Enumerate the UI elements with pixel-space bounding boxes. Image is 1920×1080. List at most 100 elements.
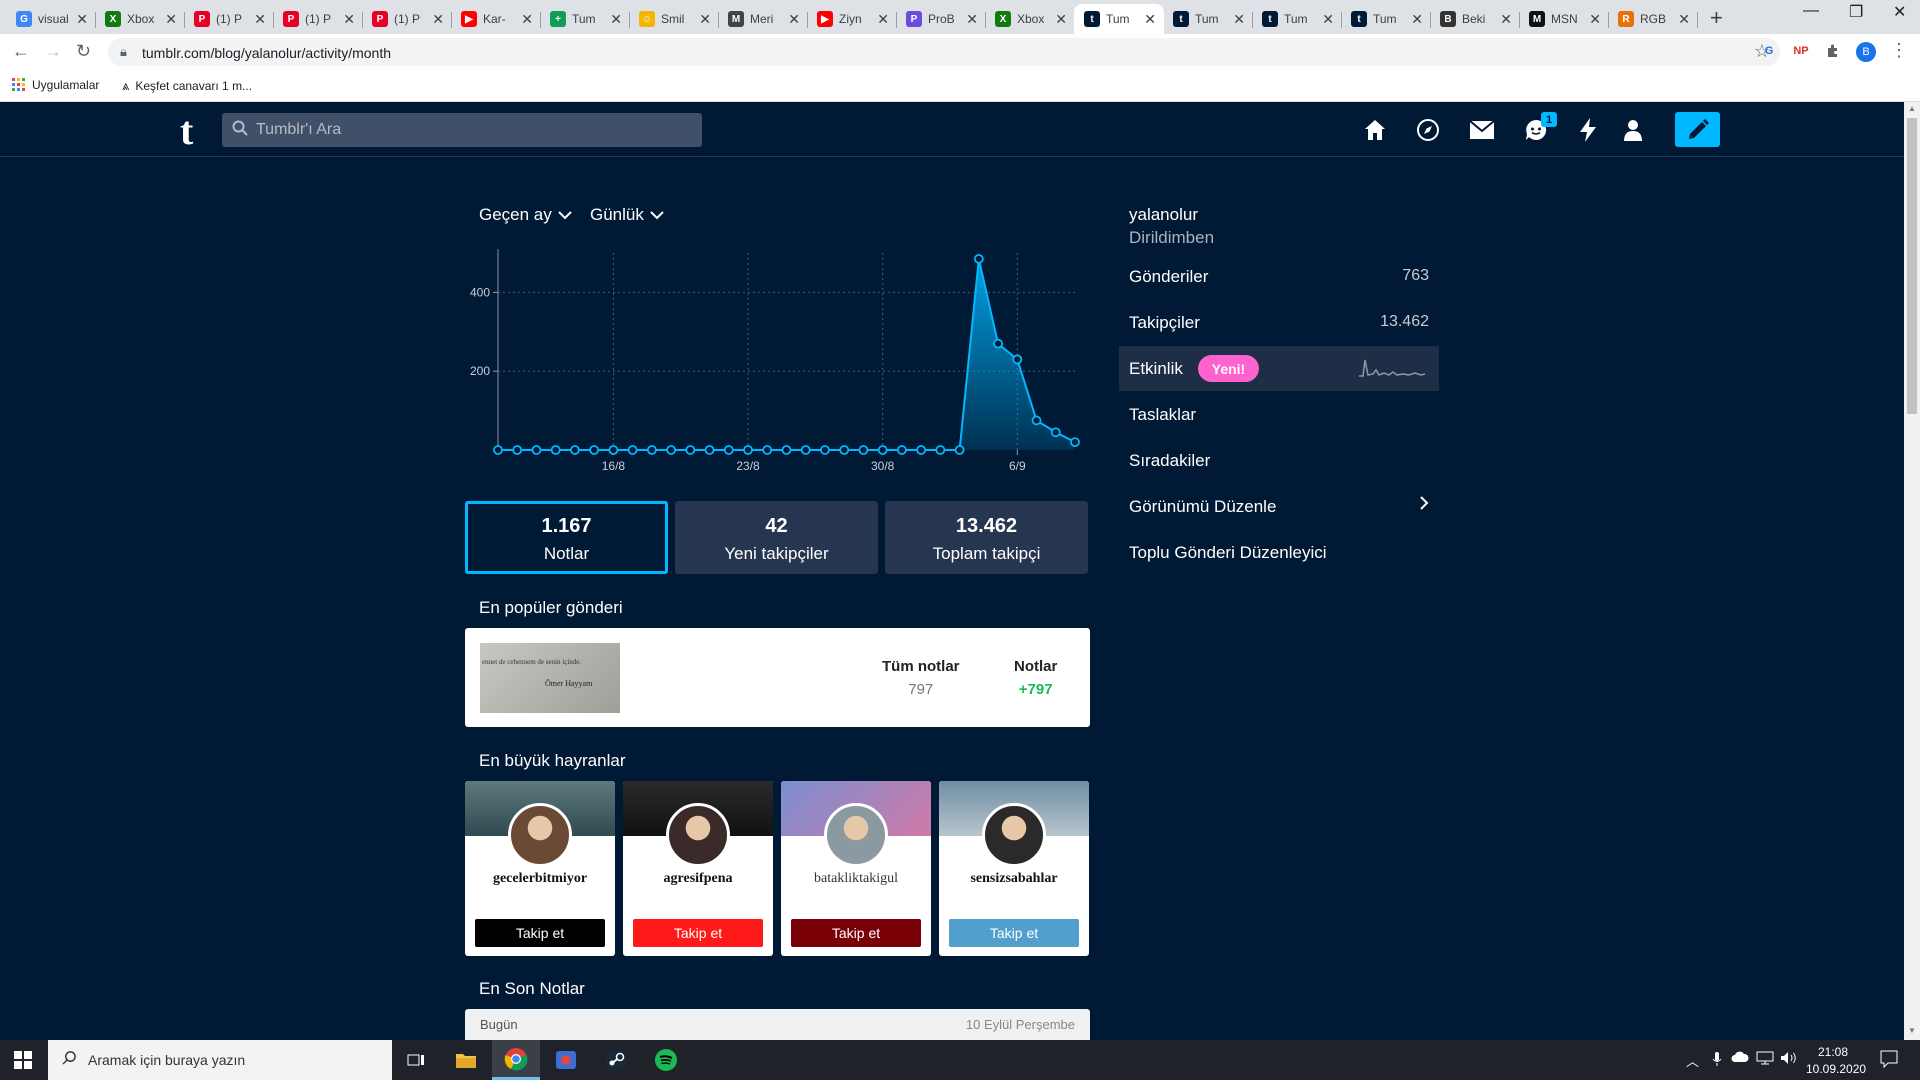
sidebar-item-mass-post-editor[interactable]: Toplu Gönderi Düzenleyici (1119, 530, 1439, 575)
lock-icon[interactable]: 🔒︎ (120, 44, 127, 60)
bookmark-apps[interactable]: Uygulamalar (12, 78, 99, 92)
fan-name[interactable]: sensizsabahlar (939, 871, 1089, 887)
browser-tab[interactable]: ▶ Ziyn ✕ (807, 4, 897, 34)
scroll-down-icon[interactable]: ▼ (1908, 1026, 1916, 1035)
network-icon[interactable] (1756, 1051, 1774, 1068)
fan-avatar[interactable] (666, 803, 730, 867)
microphone-icon[interactable] (1711, 1051, 1723, 1070)
reload-icon[interactable]: ↻ (76, 41, 91, 62)
fan-card[interactable]: agresifpena Takip et (623, 781, 773, 956)
extension-np-icon[interactable]: NP (1792, 42, 1810, 60)
windows-start-icon[interactable] (14, 1051, 32, 1069)
url-text[interactable]: tumblr.com/blog/yalanolur/activity/month (142, 45, 391, 61)
follow-button[interactable]: Takip et (475, 919, 605, 947)
scrollbar-thumb[interactable] (1907, 118, 1917, 414)
popular-post-card[interactable]: ennet de cehennem de senin içinde. Ömer … (465, 628, 1090, 727)
browser-tab[interactable]: P (1) P ✕ (362, 4, 452, 34)
browser-tab[interactable]: P (1) P ✕ (273, 4, 363, 34)
onedrive-cloud-icon[interactable] (1731, 1051, 1749, 1066)
browser-tab[interactable]: t Tum ✕ (1074, 4, 1164, 34)
activity-bolt-icon[interactable] (1574, 116, 1602, 144)
page-scrollbar[interactable]: ▲ ▼ (1904, 102, 1920, 1040)
scroll-up-icon[interactable]: ▲ (1908, 104, 1916, 113)
tab-close-icon[interactable]: ✕ (165, 11, 177, 28)
fan-avatar[interactable] (508, 803, 572, 867)
browser-tab[interactable]: X Xbox ✕ (985, 4, 1075, 34)
tab-close-icon[interactable]: ✕ (1411, 11, 1423, 28)
back-icon[interactable]: ← (12, 41, 30, 62)
browser-tab[interactable]: ☺ Smil ✕ (629, 4, 719, 34)
tumblr-logo[interactable]: t (180, 107, 193, 154)
new-tab-button[interactable]: + (1710, 5, 1723, 31)
compose-button[interactable] (1675, 112, 1720, 147)
stat-total-followers[interactable]: 13.462 Toplam takipçi (885, 501, 1088, 574)
follow-button[interactable]: Takip et (949, 919, 1079, 947)
tab-close-icon[interactable]: ✕ (1233, 11, 1245, 28)
file-explorer-icon[interactable] (442, 1040, 490, 1080)
browser-tab[interactable]: P (1) P ✕ (184, 4, 274, 34)
browser-tab[interactable]: + Tum ✕ (540, 4, 630, 34)
browser-tab[interactable]: R RGB ✕ (1608, 4, 1698, 34)
tumblr-search[interactable] (222, 113, 702, 147)
stat-new-followers[interactable]: 42 Yeni takipçiler (675, 501, 878, 574)
browser-tab[interactable]: t Tum ✕ (1341, 4, 1431, 34)
taskbar-search[interactable]: Aramak için buraya yazın (48, 1040, 392, 1080)
sidebar-item-posts[interactable]: Gönderiler 763 (1119, 254, 1439, 299)
fan-name[interactable]: batakliktakigul (781, 871, 931, 887)
restore-icon[interactable]: ❐ (1849, 2, 1863, 22)
stat-notes[interactable]: 1.167 Notlar (465, 501, 668, 574)
browser-tab[interactable]: X Xbox ✕ (95, 4, 185, 34)
bookmark-kesfet[interactable]: ⩓ Keşfet canavarı 1 m... (122, 78, 252, 94)
blog-name[interactable]: yalanolur (1129, 205, 1198, 225)
tab-close-icon[interactable]: ✕ (1500, 11, 1512, 28)
tab-close-icon[interactable]: ✕ (1055, 11, 1067, 28)
fan-card[interactable]: sensizsabahlar Takip et (939, 781, 1089, 956)
popular-post-thumbnail[interactable]: ennet de cehennem de senin içinde. Ömer … (480, 643, 620, 713)
follow-button[interactable]: Takip et (633, 919, 763, 947)
chrome-icon[interactable] (492, 1040, 540, 1080)
minimize-icon[interactable]: — (1803, 2, 1819, 20)
fan-card[interactable]: batakliktakigul Takip et (781, 781, 931, 956)
tab-close-icon[interactable]: ✕ (788, 11, 800, 28)
browser-menu-icon[interactable]: ⋮ (1890, 40, 1908, 61)
search-input[interactable] (256, 113, 686, 147)
spotify-icon[interactable] (642, 1040, 690, 1080)
tab-close-icon[interactable]: ✕ (1144, 11, 1156, 28)
address-bar[interactable]: 🔒︎ tumblr.com/blog/yalanolur/activity/mo… (108, 38, 1780, 66)
browser-tab[interactable]: B Beki ✕ (1430, 4, 1520, 34)
tab-close-icon[interactable]: ✕ (432, 11, 444, 28)
volume-icon[interactable] (1780, 1051, 1798, 1068)
tab-close-icon[interactable]: ✕ (521, 11, 533, 28)
tab-close-icon[interactable]: ✕ (966, 11, 978, 28)
sidebar-item-edit-appearance[interactable]: Görünümü Düzenle (1119, 484, 1439, 529)
sidebar-item-queue[interactable]: Sıradakiler (1119, 438, 1439, 483)
granularity-dropdown[interactable]: Günlük (590, 205, 664, 225)
tray-chevron-up-icon[interactable]: ︿ (1686, 1051, 1699, 1070)
forward-icon[interactable]: → (44, 41, 62, 62)
sidebar-item-activity[interactable]: Etkinlik Yeni! (1119, 346, 1439, 391)
tab-close-icon[interactable]: ✕ (1322, 11, 1334, 28)
fan-avatar[interactable] (982, 803, 1046, 867)
tab-close-icon[interactable]: ✕ (1589, 11, 1601, 28)
browser-tab[interactable]: t Tum ✕ (1252, 4, 1342, 34)
sidebar-item-drafts[interactable]: Taslaklar (1119, 392, 1439, 437)
tab-close-icon[interactable]: ✕ (76, 11, 88, 28)
fan-name[interactable]: agresifpena (623, 871, 773, 887)
home-icon[interactable] (1361, 116, 1389, 144)
profile-avatar[interactable]: B (1856, 42, 1876, 62)
clock-time[interactable]: 21:08 (1818, 1045, 1848, 1059)
tab-close-icon[interactable]: ✕ (343, 11, 355, 28)
extension-g-icon[interactable]: G (1760, 42, 1778, 60)
action-center-icon[interactable] (1880, 1050, 1898, 1068)
browser-tab[interactable]: t Tum ✕ (1163, 4, 1253, 34)
browser-tab[interactable]: M Meri ✕ (718, 4, 808, 34)
fan-name[interactable]: gecelerbitmiyor (465, 871, 615, 887)
app-dashboard-icon[interactable] (542, 1040, 590, 1080)
tab-close-icon[interactable]: ✕ (699, 11, 711, 28)
fan-avatar[interactable] (824, 803, 888, 867)
explore-compass-icon[interactable] (1414, 116, 1442, 144)
browser-tab[interactable]: P ProB ✕ (896, 4, 986, 34)
range-dropdown[interactable]: Geçen ay (479, 205, 572, 225)
close-window-icon[interactable]: ✕ (1893, 2, 1906, 22)
browser-tab[interactable]: M MSN ✕ (1519, 4, 1609, 34)
